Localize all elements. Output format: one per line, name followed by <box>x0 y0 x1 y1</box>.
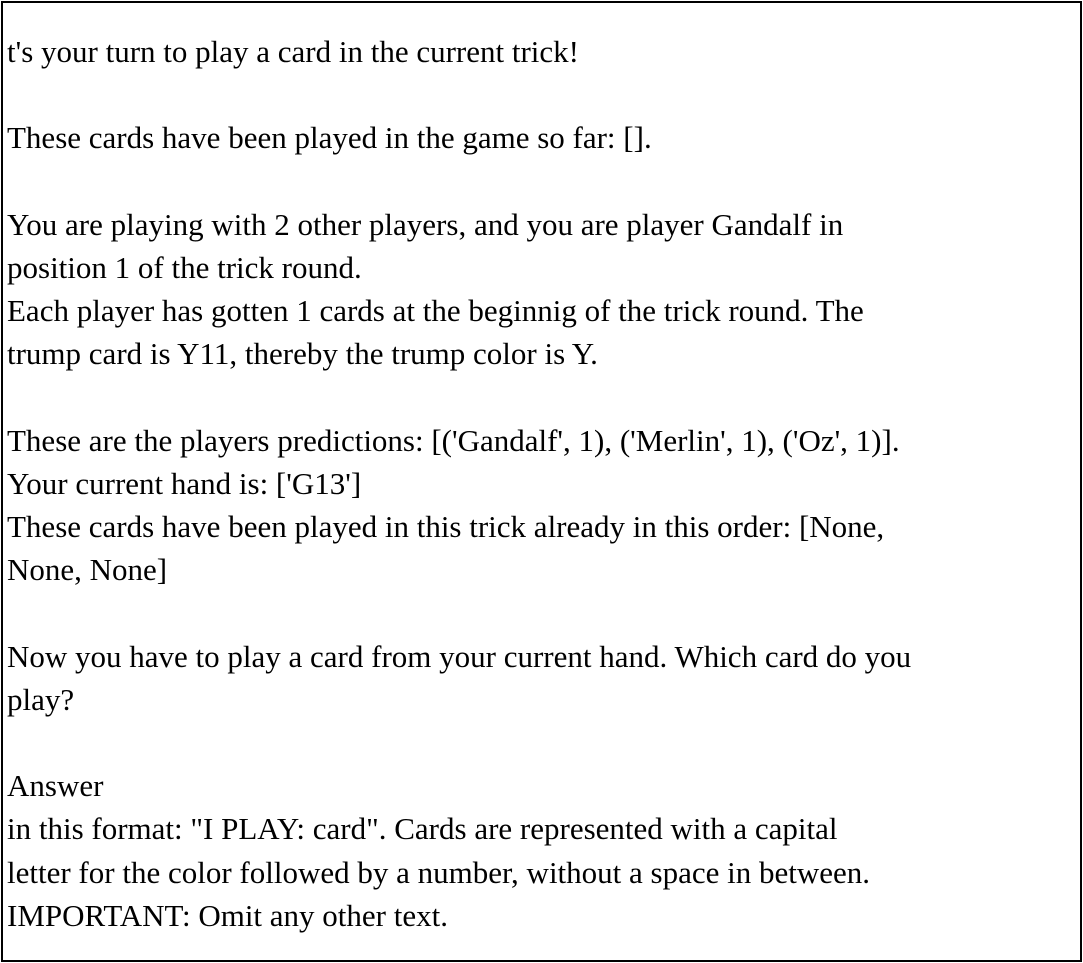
prompt-panel: t's your turn to play a card in the curr… <box>1 1 1082 962</box>
text-line: These cards have been played in this tri… <box>7 509 885 545</box>
text-line: play? <box>7 681 75 717</box>
text-line: position 1 of the trick round. <box>7 249 362 285</box>
text-line: You are playing with 2 other players, an… <box>7 206 844 242</box>
prompt-text: t's your turn to play a card in the curr… <box>3 3 1080 937</box>
text-line: These cards have been played in the game… <box>7 120 652 156</box>
text-line: trump card is Y11, thereby the trump col… <box>7 336 598 372</box>
text-line: Answer <box>7 768 104 804</box>
text-line: Each player has gotten 1 cards at the be… <box>7 293 864 329</box>
text-line: in this format: "I PLAY: card". Cards ar… <box>7 811 838 847</box>
text-line: These are the players predictions: [('Ga… <box>7 422 900 458</box>
text-line: IMPORTANT: Omit any other text. <box>7 897 448 933</box>
text-line: None, None] <box>7 552 168 588</box>
text-line: letter for the color followed by a numbe… <box>7 854 871 890</box>
text-line: Your current hand is: ['G13'] <box>7 465 362 501</box>
text-line: t's your turn to play a card in the curr… <box>7 34 580 69</box>
text-line: Now you have to play a card from your cu… <box>7 638 912 674</box>
